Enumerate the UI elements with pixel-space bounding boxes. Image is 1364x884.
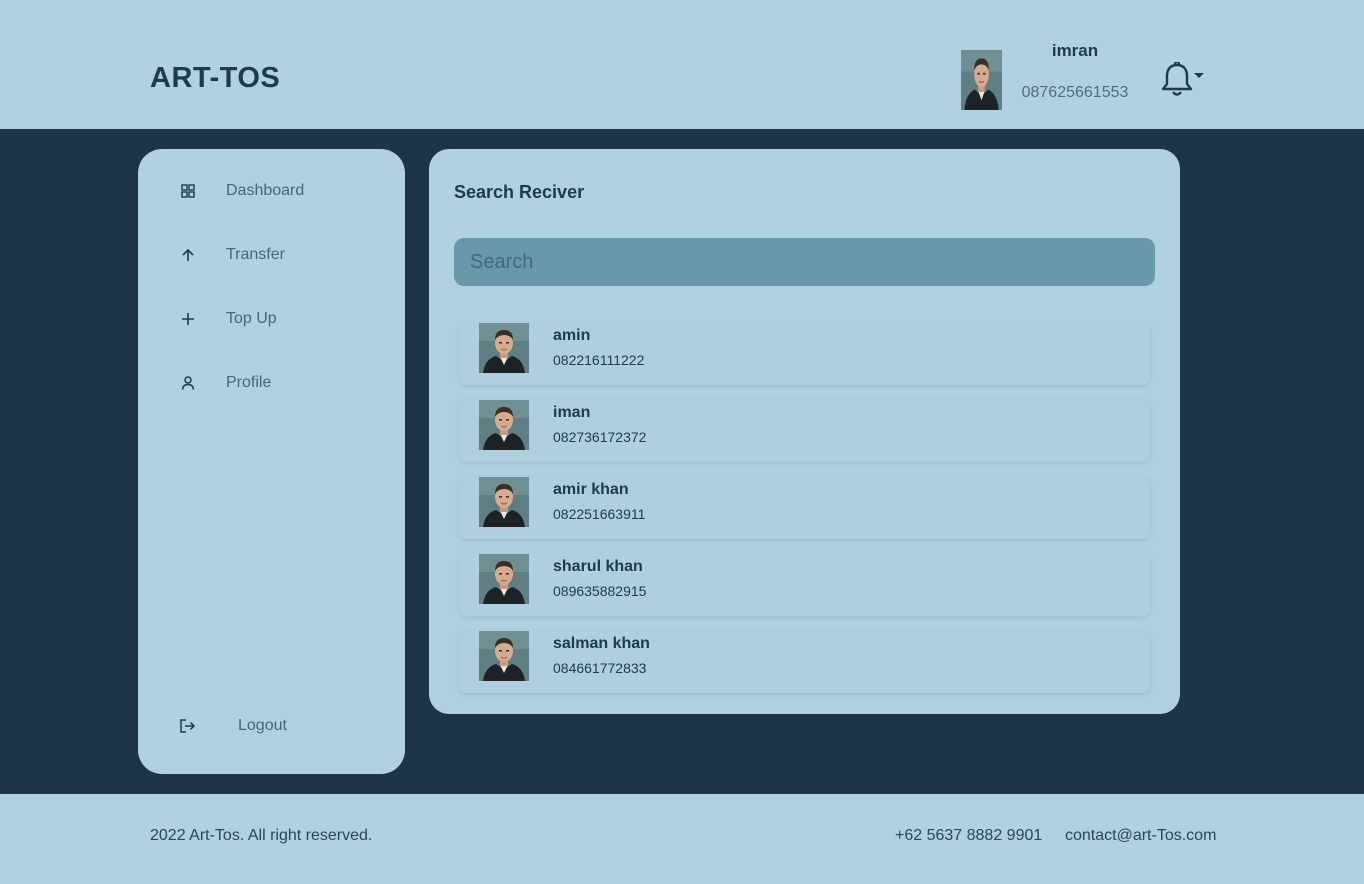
receiver-name: amir khan (553, 481, 629, 498)
receiver-card[interactable]: amin 082216111222 (459, 322, 1150, 385)
sidebar-item-label: Transfer (226, 246, 285, 263)
receiver-phone: 082736172372 (553, 429, 647, 445)
footer-email: contact@art-Tos.com (1065, 827, 1217, 844)
search-receiver-panel: Search Reciver amin 082216111222 iman 08… (429, 149, 1180, 714)
grid-icon (178, 181, 198, 201)
avatar (479, 477, 529, 527)
receiver-card[interactable]: iman 082736172372 (459, 399, 1150, 462)
user-phone: 087625661553 (1021, 84, 1129, 101)
receiver-list: amin 082216111222 iman 082736172372 amir… (459, 322, 1150, 707)
receiver-card[interactable]: salman khan 084661772833 (459, 630, 1150, 693)
footer: 2022 Art-Tos. All right reserved. +62 56… (0, 794, 1364, 884)
sidebar-item-dashboard[interactable]: Dashboard (178, 179, 378, 203)
sidebar-item-top-up[interactable]: Top Up (178, 307, 378, 331)
receiver-name: salman khan (553, 635, 650, 652)
avatar (479, 400, 529, 450)
sidebar-item-label: Top Up (226, 310, 277, 327)
receiver-name: iman (553, 404, 591, 421)
logout-label: Logout (238, 717, 287, 734)
logout-icon (178, 716, 198, 736)
page-title: Search Reciver (454, 182, 585, 202)
receiver-name: sharul khan (553, 558, 643, 575)
avatar (479, 554, 529, 604)
sidebar: Dashboard Transfer Top Up Profile Logout (138, 149, 405, 774)
sidebar-item-label: Dashboard (226, 182, 305, 199)
sidebar-item-transfer[interactable]: Transfer (178, 243, 378, 267)
user-avatar[interactable] (961, 50, 1002, 110)
top-header: ART-TOS imran 087625661553 (0, 0, 1364, 129)
arrow-up-icon (178, 245, 198, 265)
footer-phone: +62 5637 8882 9901 (895, 827, 1043, 844)
receiver-card[interactable]: amir khan 082251663911 (459, 476, 1150, 539)
receiver-phone: 084661772833 (553, 660, 647, 676)
plus-icon (178, 309, 198, 329)
user-name: imran (1051, 41, 1099, 60)
search-input[interactable] (454, 238, 1155, 286)
bell-icon (1161, 60, 1204, 96)
copyright-text: 2022 Art-Tos. All right reserved. (150, 827, 373, 844)
logout-button[interactable]: Logout (178, 714, 378, 738)
notification-bell-button[interactable] (1158, 60, 1208, 98)
receiver-phone: 089635882915 (553, 583, 647, 599)
sidebar-item-profile[interactable]: Profile (178, 371, 378, 395)
user-icon (178, 373, 198, 393)
caret-down-icon (1194, 73, 1204, 78)
brand-logo[interactable]: ART-TOS (150, 62, 280, 95)
avatar (479, 323, 529, 373)
receiver-phone: 082251663911 (553, 506, 646, 522)
receiver-card[interactable]: sharul khan 089635882915 (459, 553, 1150, 616)
avatar (479, 631, 529, 681)
receiver-phone: 082216111222 (553, 352, 645, 368)
receiver-name: amin (553, 327, 591, 344)
sidebar-item-label: Profile (226, 374, 272, 391)
